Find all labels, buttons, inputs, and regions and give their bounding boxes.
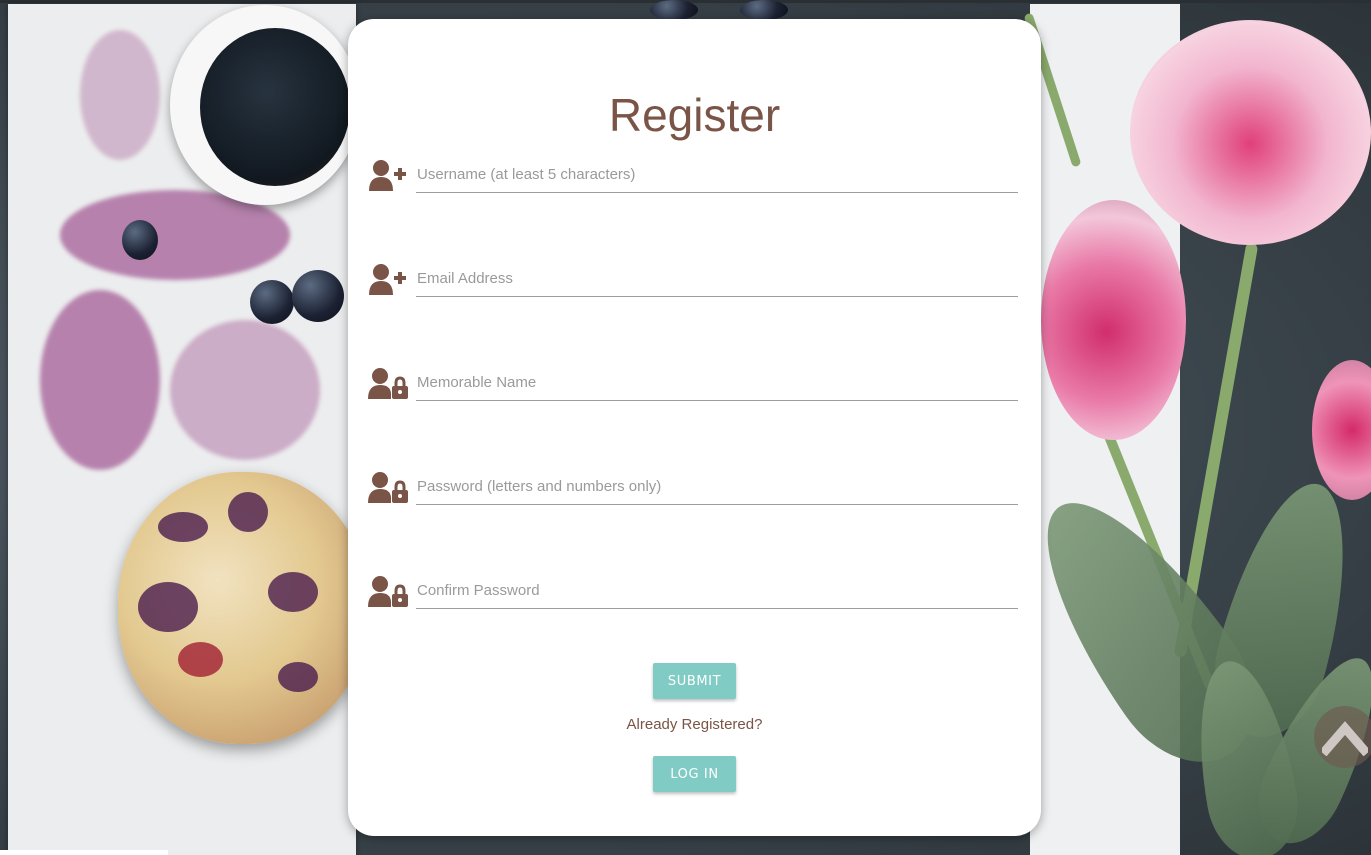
input-underline: [416, 608, 1018, 609]
scroll-to-top-button[interactable]: [1314, 706, 1371, 768]
input-underline: [416, 504, 1018, 505]
berry-stain: [170, 320, 320, 460]
blueberry: [650, 0, 698, 20]
blueberry: [292, 270, 344, 322]
user-plus-icon: [369, 264, 406, 295]
pink-peony: [1130, 20, 1371, 245]
submit-button[interactable]: SUBMIT: [653, 663, 736, 699]
confirm-password-field-group: [368, 561, 1018, 611]
user-plus-icon: [369, 160, 406, 191]
confirm-password-input[interactable]: [416, 575, 1017, 605]
user-lock-icon: [368, 576, 408, 607]
berry-stain: [80, 30, 160, 160]
pink-peony: [1312, 360, 1371, 500]
input-underline: [416, 400, 1018, 401]
page-title: Register: [608, 89, 781, 141]
berry-stain: [40, 290, 160, 470]
user-lock-icon: [368, 472, 408, 503]
email-input[interactable]: [416, 263, 1017, 293]
input-underline: [416, 192, 1018, 193]
email-field-group: [368, 249, 1018, 299]
bottom-edge: [0, 850, 168, 855]
already-registered-text: Already Registered?: [626, 716, 763, 733]
memorable-name-input[interactable]: [416, 367, 1017, 397]
login-button[interactable]: LOG IN: [653, 756, 736, 792]
password-field-group: [368, 457, 1018, 507]
register-card: Register Username (at least 5 characters…: [348, 19, 1041, 836]
chevron-up-icon: [1322, 721, 1368, 756]
coffee: [200, 28, 350, 186]
blueberry: [740, 0, 788, 20]
password-input[interactable]: [416, 471, 1017, 501]
username-field-group: [368, 145, 1018, 195]
pink-peony: [1041, 200, 1186, 440]
blueberry: [122, 220, 158, 260]
user-lock-icon: [368, 368, 408, 399]
memorable-name-field-group: [368, 353, 1018, 403]
blueberry-scone: [118, 472, 368, 744]
input-underline: [416, 296, 1018, 297]
username-input[interactable]: [416, 159, 1017, 189]
blueberry: [250, 280, 294, 324]
